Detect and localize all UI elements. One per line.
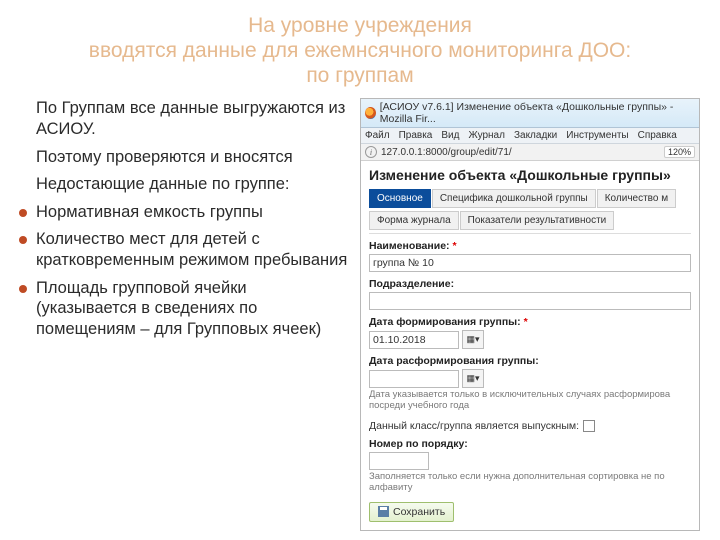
menu-view[interactable]: Вид: [441, 130, 459, 141]
label-dept: Подразделение:: [369, 278, 691, 290]
calendar-icon[interactable]: ▦▾: [462, 330, 484, 349]
menu-help[interactable]: Справка: [638, 130, 677, 141]
slide-title: На уровне учреждения вводятся данные для…: [10, 14, 710, 88]
bullet-shortstay: Количество мест для детей с кратковремен…: [36, 229, 350, 270]
title-line-1: На уровне учреждения: [10, 14, 710, 39]
window-title-text: [АСИОУ v7.6.1] Изменение объекта «Дошкол…: [380, 101, 695, 125]
label-disband-date: Дата расформирования группы:: [369, 355, 691, 367]
input-name[interactable]: [369, 254, 691, 272]
paragraph-1: По Группам все данные выгружаются из АСИ…: [36, 98, 350, 139]
title-line-3: по группам: [10, 64, 710, 89]
tab-journal[interactable]: Форма журнала: [369, 211, 459, 230]
browser-window: [АСИОУ v7.6.1] Изменение объекта «Дошкол…: [360, 98, 700, 531]
hint-disband: Дата указывается только в исключительных…: [369, 390, 691, 412]
save-icon: [378, 506, 389, 517]
tab-count[interactable]: Количество м: [597, 189, 676, 208]
tab-main[interactable]: Основное: [369, 189, 431, 208]
address-bar: i 127.0.0.1:8000/group/edit/71/ 120%: [361, 144, 699, 161]
menu-file[interactable]: Файл: [365, 130, 390, 141]
menu-bookmarks[interactable]: Закладки: [514, 130, 557, 141]
tab-result[interactable]: Показатели результативности: [460, 211, 615, 230]
input-disband-date[interactable]: [369, 370, 459, 388]
label-graduating: Данный класс/группа является выпускным:: [369, 420, 579, 432]
save-button[interactable]: Сохранить: [369, 502, 454, 522]
hint-order: Заполняется только если нужна дополнител…: [369, 472, 691, 494]
calendar-icon-2[interactable]: ▦▾: [462, 369, 484, 388]
zoom-level[interactable]: 120%: [664, 146, 695, 158]
window-title-bar: [АСИОУ v7.6.1] Изменение объекта «Дошкол…: [361, 99, 699, 128]
input-form-date[interactable]: [369, 331, 459, 349]
paragraph-3: Недостающие данные по группе:: [36, 174, 350, 195]
url-text[interactable]: 127.0.0.1:8000/group/edit/71/: [381, 147, 512, 158]
menu-tools[interactable]: Инструменты: [566, 130, 628, 141]
menu-history[interactable]: Журнал: [468, 130, 505, 141]
bullet-capacity: Нормативная емкость группы: [36, 202, 350, 223]
checkbox-graduating[interactable]: [583, 420, 595, 432]
label-name: Наименование: *: [369, 240, 691, 252]
left-text-column: По Группам все данные выгружаются из АСИ…: [10, 98, 350, 531]
page-header: Изменение объекта «Дошкольные группы»: [369, 167, 691, 183]
menu-edit[interactable]: Правка: [399, 130, 433, 141]
separator: [369, 233, 691, 234]
firefox-icon: [365, 107, 376, 119]
menu-bar: Файл Правка Вид Журнал Закладки Инструме…: [361, 128, 699, 144]
input-dept[interactable]: [369, 292, 691, 310]
save-button-label: Сохранить: [393, 506, 445, 518]
info-icon[interactable]: i: [365, 146, 377, 158]
tab-spec[interactable]: Спецификa дошкольной группы: [432, 189, 596, 208]
label-order: Номер по порядку:: [369, 438, 691, 450]
title-line-2: вводятся данные для ежемнсячного монитор…: [10, 39, 710, 64]
label-form-date: Дата формирования группы: *: [369, 316, 691, 328]
paragraph-2: Поэтому проверяются и вносятся: [36, 147, 350, 168]
input-order[interactable]: [369, 452, 429, 470]
bullet-area: Площадь групповой ячейки (указывается в …: [36, 278, 350, 340]
